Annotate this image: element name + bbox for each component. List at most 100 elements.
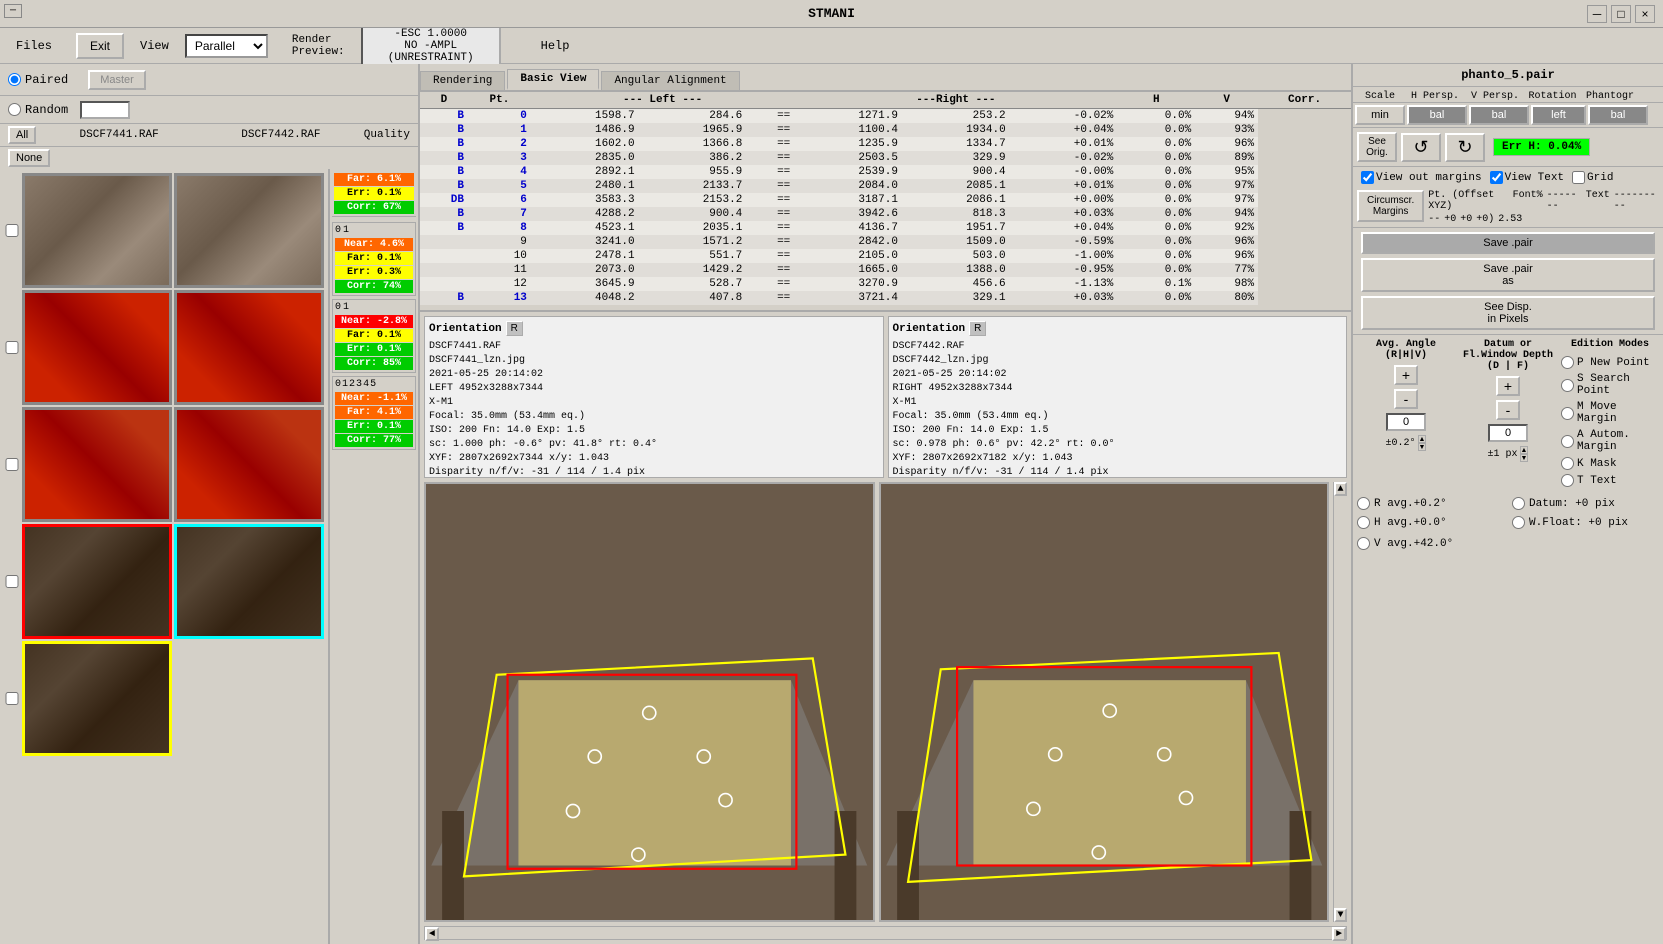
photo-right[interactable] xyxy=(879,482,1330,922)
left-panel: Paired Master Random All DSCF7441.RAF DS… xyxy=(0,64,420,944)
paired-radio[interactable] xyxy=(8,73,21,86)
rotate-right-button[interactable]: ↻ xyxy=(1445,133,1485,162)
close-button[interactable]: × xyxy=(1635,5,1655,23)
a-autom-margin-option[interactable]: A Autom. Margin xyxy=(1561,429,1659,453)
paired-radio-label[interactable]: Paired xyxy=(8,73,68,87)
none-button[interactable]: None xyxy=(8,149,50,167)
img-thumb-2-right[interactable] xyxy=(174,290,324,405)
view-text-checkbox[interactable] xyxy=(1490,171,1503,184)
img-thumb-3-left[interactable] xyxy=(22,407,172,522)
p-new-point-radio[interactable] xyxy=(1561,356,1574,369)
view-select[interactable]: Parallel Anaglyph xyxy=(185,34,268,58)
avg-plus-btn[interactable]: + xyxy=(1394,365,1418,385)
img-thumb-5-left[interactable] xyxy=(22,641,172,756)
cell-h: -1.13% xyxy=(1010,277,1118,291)
img-checkbox-5[interactable] xyxy=(4,692,20,705)
help-menu[interactable]: Help xyxy=(533,35,578,57)
view-out-margins-checkbox[interactable] xyxy=(1361,171,1374,184)
save-pair-button[interactable]: Save .pair xyxy=(1361,232,1655,254)
img-checkbox-4[interactable] xyxy=(4,575,20,588)
tab-basic-view[interactable]: Basic View xyxy=(507,69,599,90)
v-avg-label-row[interactable]: V avg.+42.0° xyxy=(1357,535,1659,552)
see-disp-button[interactable]: See Disp.in Pixels xyxy=(1361,296,1655,330)
circumscr-margins-button[interactable]: Circumscr.Margins xyxy=(1357,190,1424,222)
min-button[interactable]: min xyxy=(1355,105,1405,125)
datum-radio[interactable] xyxy=(1512,497,1525,510)
h-scrollbar[interactable]: ◄ ► xyxy=(424,926,1347,940)
random-input[interactable] xyxy=(80,101,130,119)
scroll-left-btn[interactable]: ◄ xyxy=(425,927,439,941)
view-out-margins-check[interactable]: View out margins xyxy=(1361,171,1482,184)
scroll-right-btn[interactable]: ► xyxy=(1332,927,1346,941)
img-thumb-1-right[interactable] xyxy=(174,173,324,288)
w-float-radio[interactable] xyxy=(1512,516,1525,529)
datum-plus-btn[interactable]: + xyxy=(1496,376,1520,396)
scroll-up-btn[interactable]: ▲ xyxy=(1334,482,1347,496)
rotate-left-button[interactable]: ↺ xyxy=(1401,133,1441,162)
photo-left[interactable] xyxy=(424,482,875,922)
s-search-point-radio[interactable] xyxy=(1561,379,1574,392)
pm-angle-spinner[interactable]: ±0.2° ▲ ▼ xyxy=(1386,435,1427,451)
save-pair-as-button[interactable]: Save .pairas xyxy=(1361,258,1655,292)
angle-up-btn[interactable]: ▲ xyxy=(1418,435,1427,443)
bal-button-1[interactable]: bal xyxy=(1407,105,1467,125)
datum-minus-btn[interactable]: - xyxy=(1496,400,1520,420)
random-radio[interactable] xyxy=(8,103,21,116)
view-text-check[interactable]: View Text xyxy=(1490,171,1564,184)
px-up-btn[interactable]: ▲ xyxy=(1520,446,1529,454)
orient-left-date: 2021-05-25 20:14:02 xyxy=(429,368,879,382)
p-new-point-option[interactable]: P New Point xyxy=(1561,356,1659,369)
img-thumb-4-right[interactable] xyxy=(174,524,324,639)
all-button[interactable]: All xyxy=(8,126,36,144)
files-menu[interactable]: Files xyxy=(8,35,60,57)
t-text-option[interactable]: T Text xyxy=(1561,474,1659,487)
r-avg-radio[interactable] xyxy=(1357,497,1370,510)
w-float-row[interactable]: W.Float: +0 pix xyxy=(1512,514,1659,531)
orient-right-r-btn[interactable]: R xyxy=(969,321,986,336)
bal-button-3[interactable]: bal xyxy=(1588,105,1648,125)
avg-minus-btn[interactable]: - xyxy=(1394,389,1418,409)
tab-rendering[interactable]: Rendering xyxy=(420,71,505,90)
t-text-radio[interactable] xyxy=(1561,474,1574,487)
img-checkbox-2[interactable] xyxy=(4,341,20,354)
datum-zero-input[interactable] xyxy=(1488,424,1528,442)
master-button[interactable]: Master xyxy=(88,70,146,90)
k-mask-radio[interactable] xyxy=(1561,457,1574,470)
orient-left-r-btn[interactable]: R xyxy=(506,321,523,336)
m-move-margin-option[interactable]: M Move Margin xyxy=(1561,401,1659,425)
exit-button[interactable]: Exit xyxy=(76,33,124,59)
img-thumb-4-left[interactable] xyxy=(22,524,172,639)
a-autom-margin-radio[interactable] xyxy=(1561,435,1574,448)
angle-down-btn[interactable]: ▼ xyxy=(1418,443,1427,451)
img-thumb-2-left[interactable] xyxy=(22,290,172,405)
minimize-btn[interactable]: ─ xyxy=(4,4,22,18)
h-avg-radio[interactable] xyxy=(1357,516,1370,529)
maximize-button[interactable]: □ xyxy=(1611,5,1631,23)
img-thumb-1-left[interactable] xyxy=(22,173,172,288)
v-avg-radio[interactable] xyxy=(1357,537,1370,550)
grid-check[interactable]: Grid xyxy=(1572,171,1613,184)
scroll-down-btn[interactable]: ▼ xyxy=(1334,908,1347,922)
avg-zero-input[interactable] xyxy=(1386,413,1426,431)
v-scrollbar[interactable]: ▲ ▼ xyxy=(1333,482,1347,922)
orient-right-date: 2021-05-25 20:14:02 xyxy=(893,368,1343,382)
grid-checkbox[interactable] xyxy=(1572,171,1585,184)
px-down-btn[interactable]: ▼ xyxy=(1520,454,1529,462)
h-avg-row[interactable]: H avg.+0.0° xyxy=(1357,514,1504,531)
tab-angular-alignment[interactable]: Angular Alignment xyxy=(601,71,739,90)
datum-px-row[interactable]: Datum: +0 pix xyxy=(1512,495,1659,512)
random-radio-label[interactable]: Random xyxy=(8,103,68,117)
cell-r2: 456.6 xyxy=(902,277,1010,291)
r-avg-row[interactable]: R avg.+0.2° xyxy=(1357,495,1504,512)
img-thumb-3-right[interactable] xyxy=(174,407,324,522)
see-orig-button[interactable]: SeeOrig. xyxy=(1357,132,1397,162)
pm-px-spinner[interactable]: ±1 px ▲ ▼ xyxy=(1488,446,1529,462)
k-mask-option[interactable]: K Mask xyxy=(1561,457,1659,470)
left-button[interactable]: left xyxy=(1531,105,1586,125)
s-search-point-option[interactable]: S Search Point xyxy=(1561,373,1659,397)
img-checkbox-1[interactable] xyxy=(4,224,20,237)
m-move-margin-radio[interactable] xyxy=(1561,407,1574,420)
bal-button-2[interactable]: bal xyxy=(1469,105,1529,125)
minimize-button[interactable]: ─ xyxy=(1587,5,1607,23)
img-checkbox-3[interactable] xyxy=(4,458,20,471)
